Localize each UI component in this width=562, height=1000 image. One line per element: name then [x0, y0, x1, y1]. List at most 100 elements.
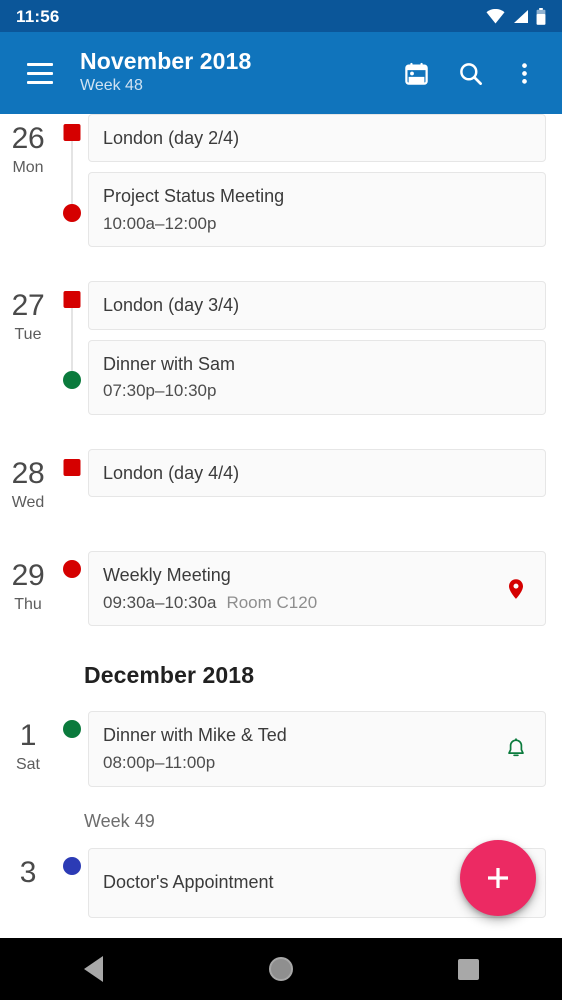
status-clock: 11:56	[16, 6, 60, 26]
day-name: Mon	[12, 159, 44, 176]
event-text: London (day 4/4)	[103, 461, 531, 485]
recents-square-icon	[457, 958, 479, 980]
event-title: Doctor's Appointment	[103, 872, 274, 893]
day-number: 28	[11, 456, 45, 490]
today-icon[interactable]	[392, 49, 440, 97]
event-marker-rail	[56, 114, 88, 257]
app-bar-title-group: November 2018 Week 48	[80, 48, 392, 98]
event-text: London (day 2/4)	[103, 126, 531, 150]
event-time-row: 09:30a–10:30a Room C120	[103, 591, 489, 615]
app-bar: November 2018 Week 48	[0, 32, 562, 114]
day-date-column: 27 Tue	[0, 281, 56, 346]
calendar-app-screen: 11:56 November 2018 Week 48 26 Mon Londo…	[0, 0, 562, 1000]
event-text: London (day 3/4)	[103, 293, 531, 317]
event-card[interactable]: London (day 2/4)	[88, 114, 546, 163]
event-card[interactable]: Weekly Meeting 09:30a–10:30a Room C120	[88, 551, 546, 627]
event-marker-dot	[63, 856, 81, 875]
nav-home-button[interactable]	[236, 938, 326, 1000]
event-marker-rail	[56, 551, 88, 636]
home-circle-icon	[268, 957, 293, 981]
month-section-header: December 2018	[84, 662, 255, 689]
alarm-bell-icon	[501, 734, 531, 764]
day-name: Sat	[15, 756, 40, 774]
day-events: Weekly Meeting 09:30a–10:30a Room C120	[88, 551, 562, 636]
back-triangle-icon	[84, 956, 104, 982]
event-card[interactable]: Dinner with Mike & Ted 08:00p–11:00p	[88, 711, 546, 787]
day-date-column: 26 Mon	[0, 114, 56, 179]
day-row: 27 Tue London (day 3/4) Dinner with Sam …	[0, 281, 562, 424]
page-subtitle: Week 48	[80, 77, 143, 95]
all-day-marker-square	[63, 291, 81, 309]
status-bar: 11:56	[0, 0, 562, 32]
day-number: 26	[11, 122, 45, 155]
event-card[interactable]: London (day 4/4)	[88, 448, 546, 498]
day-row: 26 Mon London (day 2/4) Project Status M…	[0, 114, 562, 257]
event-time: 07:30p–10:30p	[103, 380, 217, 400]
event-location: Room C120	[226, 592, 318, 612]
add-event-fab[interactable]	[460, 840, 536, 916]
day-spacer	[0, 257, 562, 281]
event-marker-rail	[56, 449, 88, 514]
status-icons	[486, 7, 546, 25]
day-date-column: 3	[0, 848, 56, 891]
event-time: 08:00p–11:00p	[103, 752, 216, 772]
signal-icon	[512, 9, 529, 24]
day-events: London (day 2/4) Project Status Meeting …	[88, 114, 562, 257]
day-row: 29 Thu Weekly Meeting 09:30a–10:30a Room …	[0, 551, 562, 636]
day-spacer	[0, 425, 562, 449]
event-time: 10:00a–12:00p	[103, 213, 217, 233]
event-text: Dinner with Sam 07:30p–10:30p	[103, 352, 531, 403]
week-section-header: Week 49	[84, 810, 155, 831]
plus-icon	[483, 863, 513, 893]
day-date-column: 28 Wed	[0, 449, 56, 514]
event-title: Project Status Meeting	[103, 186, 285, 207]
event-card[interactable]: London (day 3/4)	[88, 281, 546, 330]
hamburger-menu-icon[interactable]	[18, 51, 62, 95]
event-marker-dot	[63, 371, 81, 390]
android-nav-bar	[0, 938, 562, 1000]
wifi-icon	[486, 8, 505, 24]
day-spacer	[0, 513, 562, 551]
overflow-menu-icon[interactable]	[500, 49, 548, 97]
event-card[interactable]: Project Status Meeting 10:00a–12:00p	[88, 172, 546, 248]
event-marker-rail	[56, 711, 88, 796]
event-marker-dot	[63, 560, 81, 579]
day-number: 27	[11, 289, 45, 323]
agenda-list[interactable]: 26 Mon London (day 2/4) Project Status M…	[0, 114, 562, 938]
event-text: Weekly Meeting 09:30a–10:30a Room C120	[103, 563, 489, 614]
day-date-column: 29 Thu	[0, 551, 56, 616]
event-text: Project Status Meeting 10:00a–12:00p	[103, 184, 531, 235]
search-icon[interactable]	[446, 49, 494, 97]
event-text: Doctor's Appointment	[103, 870, 489, 894]
event-marker-dot	[63, 720, 81, 739]
day-date-column: 1 Sat	[0, 711, 56, 776]
location-pin-icon	[501, 574, 531, 604]
day-number: 3	[19, 855, 37, 889]
event-title: London (day 2/4)	[103, 128, 240, 148]
day-events: London (day 3/4) Dinner with Sam 07:30p–…	[88, 281, 562, 424]
event-title: London (day 4/4)	[103, 462, 240, 483]
nav-back-button[interactable]	[49, 938, 139, 1000]
nav-recents-button[interactable]	[423, 938, 513, 1000]
day-events: Dinner with Mike & Ted 08:00p–11:00p	[88, 711, 562, 796]
event-title: Weekly Meeting	[103, 565, 231, 586]
event-marker-dot	[63, 204, 81, 222]
event-title: London (day 3/4)	[103, 295, 240, 316]
event-time: 09:30a–10:30a	[103, 592, 217, 612]
app-bar-actions	[392, 49, 548, 97]
day-row: 28 Wed London (day 4/4)	[0, 448, 562, 514]
event-title: Dinner with Sam	[103, 353, 236, 374]
event-marker-rail	[56, 848, 88, 928]
day-row: 1 Sat Dinner with Mike & Ted 08:00p–11:0…	[0, 711, 562, 796]
battery-icon	[536, 7, 546, 25]
event-text: Dinner with Mike & Ted 08:00p–11:00p	[103, 723, 489, 774]
day-number: 29	[11, 559, 45, 593]
all-day-marker-square	[63, 124, 81, 141]
day-name: Wed	[11, 493, 45, 511]
all-day-marker-square	[63, 458, 81, 476]
event-marker-rail	[56, 281, 88, 424]
day-number: 1	[19, 719, 37, 753]
day-name: Thu	[14, 596, 42, 614]
day-events: London (day 4/4)	[88, 448, 562, 507]
event-card[interactable]: Dinner with Sam 07:30p–10:30p	[88, 339, 546, 415]
